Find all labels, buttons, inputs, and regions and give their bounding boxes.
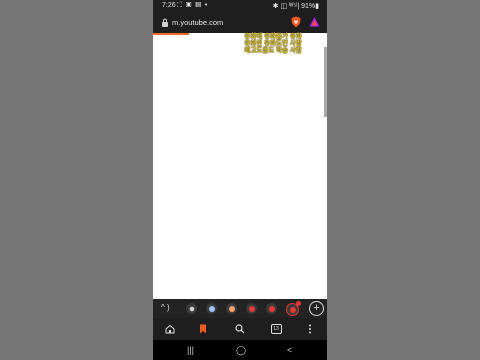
tabs-button[interactable]: 13 — [270, 323, 282, 335]
caption-overlay: 유화에 유화돌가 유화 유화된 유화도면 사랑 레고도움도 학습 사람 — [231, 33, 315, 54]
brave-rewards-icon[interactable] — [309, 16, 320, 28]
tab-favicon[interactable] — [186, 303, 197, 314]
search-button[interactable] — [234, 323, 246, 335]
recents-button[interactable]: ||| — [187, 345, 194, 355]
url-text[interactable]: m.youtube.com — [172, 18, 223, 27]
tab-count: 13 — [270, 324, 282, 334]
status-bar: 7:26 ⛶ ▣ ▤ • ✱ ◫ ᵂ⁵ˡ| 91%▮ — [153, 0, 327, 12]
phone-screen: 7:26 ⛶ ▣ ▤ • ✱ ◫ ᵂ⁵ˡ| 91%▮ m.youtube.com… — [153, 0, 327, 360]
more-vertical-icon — [309, 324, 311, 334]
home-icon — [165, 324, 175, 334]
status-time: 7:26 — [162, 2, 176, 9]
scrollbar[interactable] — [324, 47, 327, 117]
home-button[interactable] — [164, 323, 176, 335]
caption-line: 레고도움도 학습 사람 — [244, 47, 302, 54]
address-bar[interactable]: m.youtube.com — [153, 12, 327, 33]
notification-badge — [296, 301, 301, 306]
tab-favicon[interactable] — [246, 303, 257, 314]
search-icon — [235, 324, 245, 334]
bottom-toolbar: 13 — [153, 318, 327, 340]
youtube-icon — [289, 306, 296, 313]
home-nav-button[interactable]: ◯ — [236, 345, 246, 356]
tab-strip-collapse-button[interactable]: ^ ) — [161, 303, 170, 312]
new-tab-button[interactable]: + — [309, 301, 324, 316]
caption-line: 유화에 유화돌가 유화 — [244, 33, 302, 40]
lock-icon — [162, 18, 168, 27]
tab-favicon[interactable] — [226, 303, 237, 314]
caption-line: 유화된 유화도면 사랑 — [244, 40, 302, 47]
bookmark-icon — [200, 324, 206, 334]
page-load-progress — [153, 33, 189, 35]
tab-strip: ^ ) + — [153, 299, 327, 318]
site-icon — [208, 305, 215, 312]
menu-button[interactable] — [304, 323, 316, 335]
bookmarks-button[interactable] — [197, 323, 209, 335]
back-button[interactable]: < — [287, 345, 292, 355]
system-navigation-bar: ||| ◯ < — [153, 340, 327, 360]
tab-favicon[interactable] — [206, 303, 217, 314]
page-content[interactable]: 유화에 유화돌가 유화 유화된 유화도면 사랑 레고도움도 학습 사람 — [153, 33, 327, 299]
notification-icons: ⛶ ▣ ▤ • — [177, 2, 209, 9]
brave-shields-icon[interactable] — [290, 16, 302, 28]
youtube-icon — [268, 305, 275, 312]
site-icon — [248, 305, 255, 312]
site-icon — [228, 305, 235, 312]
globe-icon — [188, 305, 195, 312]
system-status: ✱ ◫ ᵂ⁵ˡ| 91%▮ — [272, 3, 319, 10]
tab-favicon[interactable] — [266, 303, 277, 314]
